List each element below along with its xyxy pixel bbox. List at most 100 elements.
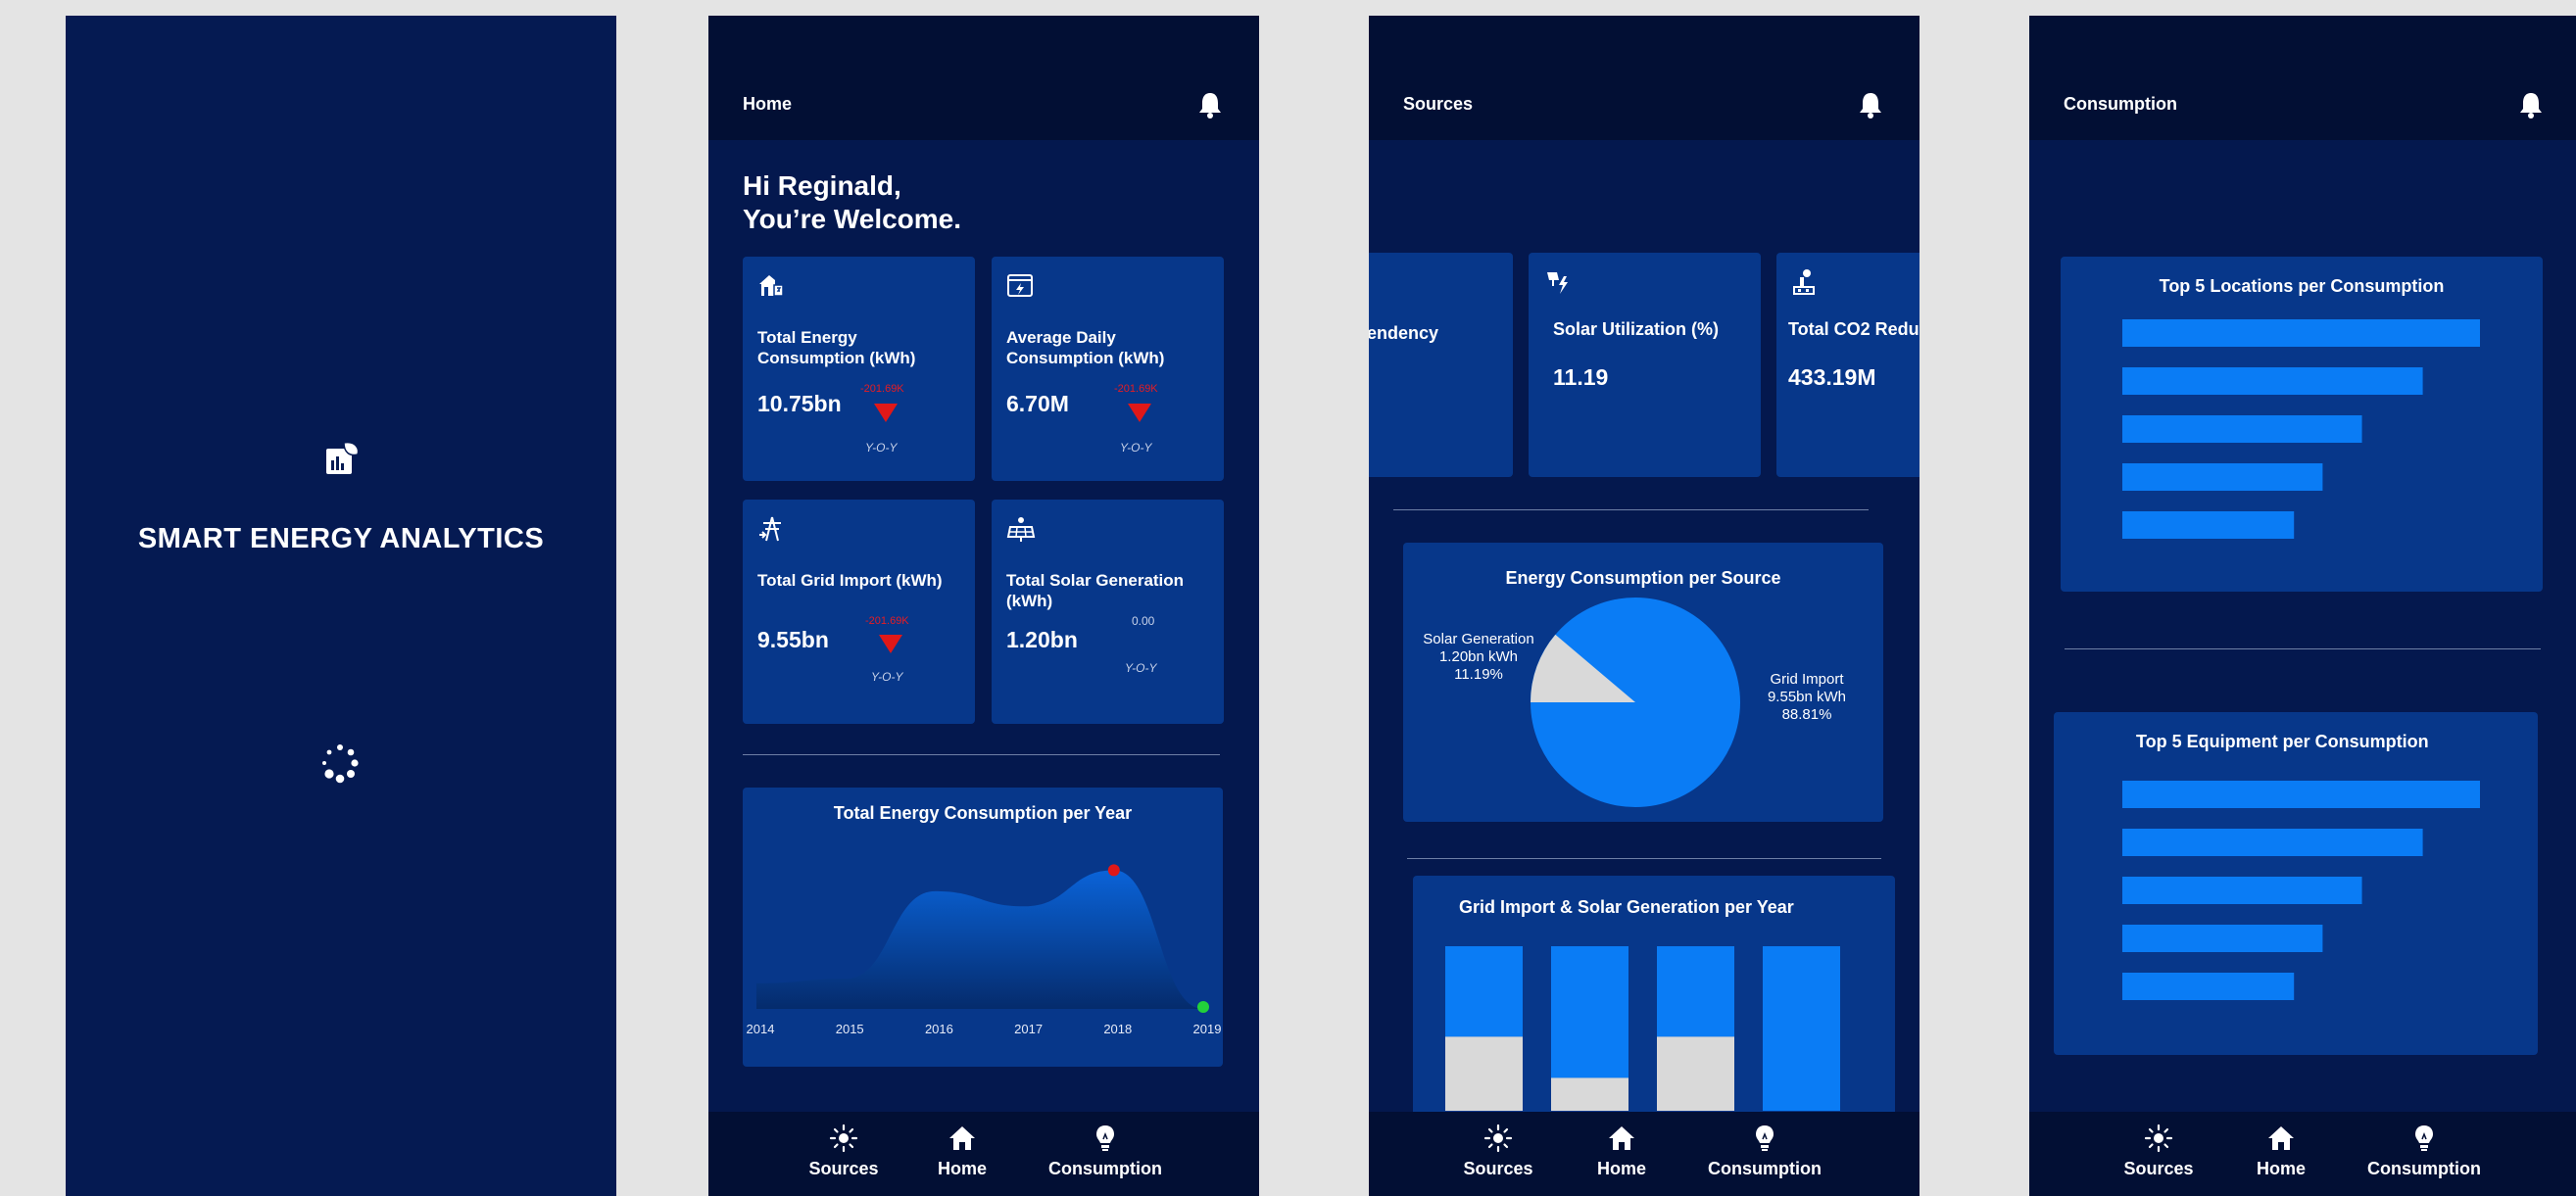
x-tick-label: 2018: [1103, 1022, 1132, 1036]
top-locations-chart: Top 5 Locations per Consumption: [2061, 257, 2543, 592]
nav-label: Home: [2256, 1159, 2306, 1178]
app-bar: Home: [708, 16, 1259, 140]
lightbulb-icon: [1096, 1125, 1114, 1151]
loading-spinner-icon: [322, 744, 359, 784]
card-title: Total CO2 Reduc: [1788, 319, 1920, 339]
nav-home[interactable]: Home: [1553, 1124, 1690, 1179]
bottom-nav: Sources Home Consumption: [2029, 1112, 2576, 1196]
stacked-bar-chart-svg: [1445, 946, 1840, 1111]
x-tick-label: 2017: [1014, 1022, 1043, 1036]
x-tick-label: 2019: [1193, 1022, 1222, 1036]
card-yoy: Y-O-Y: [871, 670, 903, 684]
nav-sources[interactable]: Sources: [1430, 1124, 1567, 1179]
app-bar: Sources: [1369, 16, 1920, 140]
solar-bolt-icon: [1547, 272, 1568, 294]
bell-icon[interactable]: [1856, 90, 1885, 120]
bar: [2122, 463, 2323, 491]
nav-label: Consumption: [1048, 1159, 1162, 1178]
top-equipment-chart: Top 5 Equipment per Consumption: [2054, 712, 2538, 1055]
co2-factory-icon: [1793, 269, 1815, 295]
slice-value: 1.20bn kWh: [1438, 648, 1519, 665]
pie-label-grid: Grid Import 9.55bn kWh 88.81%: [1748, 671, 1866, 724]
app-bar: Consumption: [2029, 16, 2576, 140]
card-value: 1.20bn: [1006, 627, 1078, 652]
bell-icon[interactable]: [1195, 90, 1225, 120]
card-yoy: Y-O-Y: [1120, 441, 1152, 454]
area-chart-svg: 2014 2015 2016 2017 2018 2019: [747, 864, 1222, 1036]
slice-value: 9.55bn kWh: [1767, 689, 1847, 705]
divider: [2065, 648, 2541, 649]
nav-sources[interactable]: Sources: [2090, 1124, 2227, 1179]
divider: [743, 754, 1220, 755]
down-arrow-icon: [1128, 404, 1151, 422]
nav-consumption[interactable]: Consumption: [1696, 1124, 1833, 1179]
bar: [2122, 781, 2480, 808]
bar: [2122, 973, 2295, 1000]
card-value: 9.55bn: [757, 627, 829, 652]
card-title: Total Grid Import (kWh): [757, 571, 943, 590]
slice-name: Grid Import: [1770, 671, 1844, 688]
home-screen: Home Hi Reginald, You’re Welcome. Total …: [708, 16, 1259, 1196]
grid-solar-per-year-chart: Grid Import & Solar Generation per Year: [1413, 876, 1895, 1130]
sun-icon: [829, 1124, 858, 1153]
sources-screen: Sources endency Solar Utilization (%) 11…: [1369, 16, 1920, 1196]
bottom-nav: Sources Home Consumption: [708, 1112, 1259, 1196]
nav-label: Home: [937, 1159, 987, 1178]
card-yoy: Y-O-Y: [865, 441, 898, 454]
bar: [2122, 877, 2362, 904]
down-arrow-icon: [879, 635, 902, 653]
x-tick-label: 2014: [747, 1022, 775, 1036]
last-point-marker: [1197, 1001, 1209, 1013]
nav-home[interactable]: Home: [894, 1124, 1031, 1179]
consumption-per-year-chart: Total Energy Consumption per Year 2014 20…: [743, 788, 1223, 1067]
kpi-card-self-sufficiency[interactable]: endency: [1369, 253, 1513, 477]
max-point-marker: [1107, 864, 1120, 877]
bar-grid-import: [1657, 946, 1734, 1037]
horizontal-bar-chart-svg: [2122, 319, 2480, 539]
card-value: 11.19: [1553, 364, 1609, 390]
solar-panel-icon: [1006, 517, 1036, 542]
card-yoy: Y-O-Y: [1125, 661, 1157, 675]
bar-grid-import: [1551, 946, 1628, 1078]
nav-consumption[interactable]: Consumption: [1037, 1124, 1174, 1179]
home-icon: [1609, 1126, 1634, 1150]
bar-grid-import: [1445, 946, 1523, 1037]
card-title: endency: [1369, 323, 1439, 343]
card-value: 6.70M: [1006, 391, 1069, 416]
x-tick-label: 2016: [925, 1022, 953, 1036]
down-arrow-icon: [874, 404, 898, 422]
slice-percent: 88.81%: [1781, 706, 1832, 723]
card-title: Average Daily Consumption (kWh): [1006, 328, 1165, 367]
kpi-card-grid-import[interactable]: Total Grid Import (kWh) 9.55bn -201.69K …: [743, 500, 975, 724]
app-title: SMART ENERGY ANALYTICS: [137, 523, 545, 554]
bar: [2122, 415, 2362, 443]
energy-chart-leaf-icon: [326, 441, 360, 474]
nav-label: Sources: [808, 1159, 879, 1178]
card-title: Total Solar Generation (kWh): [1006, 571, 1185, 610]
card-title: Total Energy Consumption (kWh): [757, 328, 916, 367]
area-series: [756, 870, 1203, 1009]
home-icon: [2268, 1126, 2294, 1150]
sun-icon: [1483, 1124, 1513, 1153]
card-delta: 0.00: [1132, 614, 1155, 628]
kpi-card-solar-utilization[interactable]: Solar Utilization (%) 11.19: [1529, 253, 1761, 477]
sun-icon: [2144, 1124, 2173, 1153]
card-delta: -201.69K: [860, 383, 904, 395]
kpi-card-average-daily[interactable]: Average Daily Consumption (kWh) 6.70M -2…: [992, 257, 1224, 481]
power-tower-icon: [759, 516, 781, 542]
bell-icon[interactable]: [2516, 90, 2546, 120]
card-delta: -201.69K: [865, 615, 909, 627]
nav-consumption[interactable]: Consumption: [2356, 1124, 2493, 1179]
bar-solar-generation: [1657, 1036, 1734, 1111]
kpi-card-solar-generation[interactable]: Total Solar Generation (kWh) 1.20bn 0.00…: [992, 500, 1224, 724]
greeting: Hi Reginald, You’re Welcome.: [743, 169, 961, 236]
x-tick-label: 2015: [836, 1022, 864, 1036]
home-icon: [949, 1126, 975, 1150]
kpi-card-total-energy[interactable]: Total Energy Consumption (kWh) 10.75bn -…: [743, 257, 975, 481]
page-title: Consumption: [2064, 94, 2177, 114]
bar: [2122, 367, 2423, 395]
nav-sources[interactable]: Sources: [775, 1124, 912, 1179]
nav-home[interactable]: Home: [2212, 1124, 2350, 1179]
card-delta: -201.69K: [1114, 383, 1158, 395]
kpi-card-co2-reduction[interactable]: Total CO2 Reduc 433.19M: [1776, 253, 1920, 477]
